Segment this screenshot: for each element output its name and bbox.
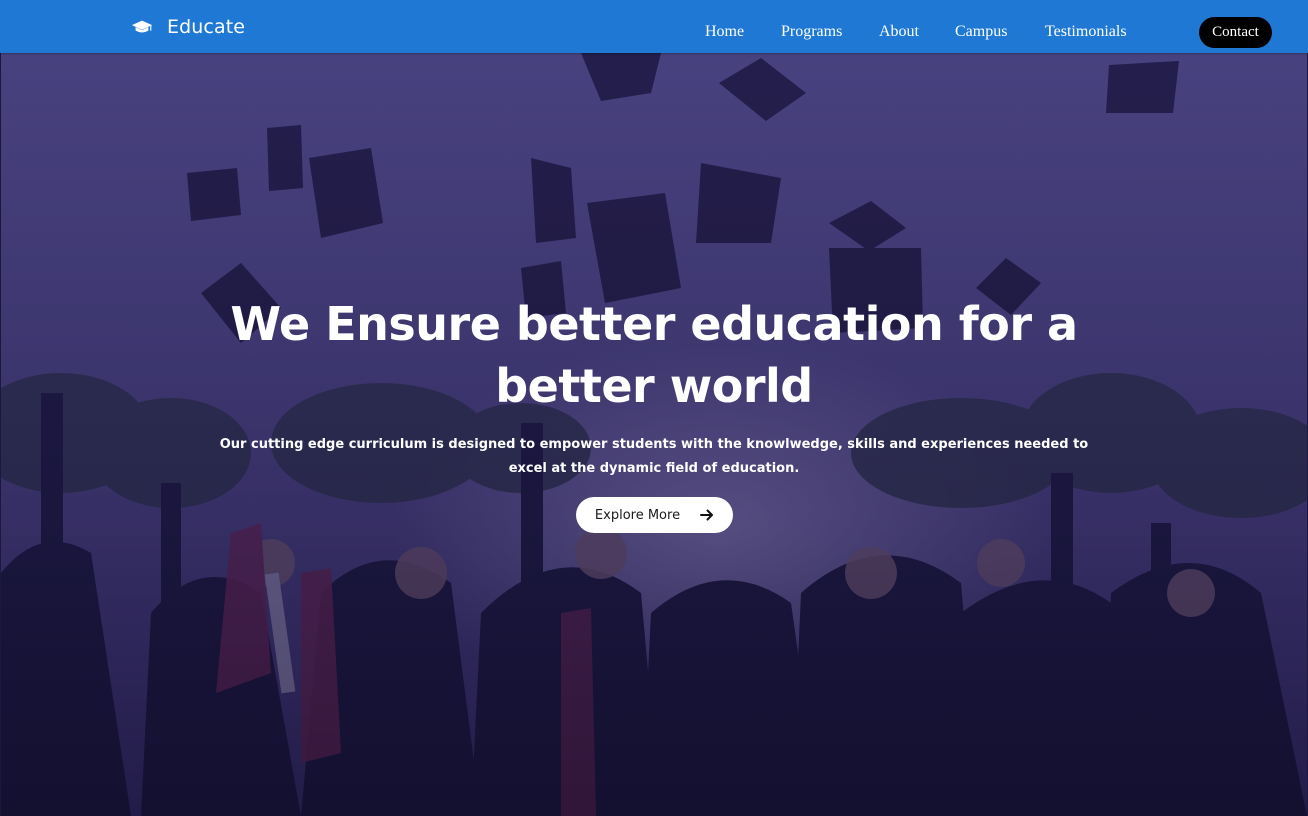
nav-link-programs[interactable]: Programs	[781, 23, 842, 41]
hero-subtitle-line: Our cutting edge curriculum is designed …	[219, 437, 1089, 452]
hero-subtitle-line: excel at the dynamic field of education.	[508, 461, 800, 476]
brand-logo[interactable]: Educate	[131, 14, 245, 40]
hero-subtitle: Our cutting edge curriculum is designed …	[1, 433, 1307, 481]
contact-button[interactable]: Contact	[1199, 17, 1272, 48]
nav-link-about[interactable]: About	[879, 23, 919, 41]
nav-link-home[interactable]: Home	[705, 23, 744, 41]
nav-link-campus[interactable]: Campus	[955, 23, 1007, 41]
hero-section: We Ensure better education for a better …	[1, 53, 1307, 816]
brand-name: Educate	[167, 16, 246, 38]
hero-title-line: We Ensure better education for a	[230, 297, 1078, 351]
arrow-right-icon	[700, 509, 714, 521]
graduation-cap-icon	[131, 20, 153, 33]
hero-title: We Ensure better education for a better …	[1, 293, 1307, 417]
explore-more-button[interactable]: Explore More	[576, 497, 733, 533]
navbar: Educate Home Programs About Campus Testi…	[0, 0, 1308, 53]
explore-more-label: Explore More	[594, 507, 681, 523]
nav-link-testimonials[interactable]: Testimonials	[1045, 23, 1127, 41]
hero-title-line: better world	[495, 359, 813, 413]
